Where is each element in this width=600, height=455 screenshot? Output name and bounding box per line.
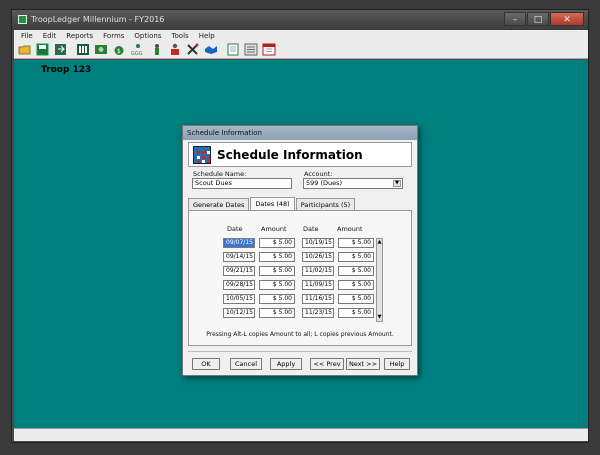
date-cell[interactable]: 09/21/15 bbox=[223, 266, 255, 276]
scout-icon[interactable] bbox=[150, 43, 164, 56]
amount-cell[interactable]: $ 5.00 bbox=[259, 252, 295, 262]
column-header-date-1: Date bbox=[227, 225, 243, 233]
menu-help[interactable]: Help bbox=[199, 32, 215, 40]
money-icon[interactable] bbox=[94, 43, 108, 56]
dialog-header-title: Schedule Information bbox=[217, 148, 363, 162]
menu-options[interactable]: Options bbox=[134, 32, 161, 40]
notepad-icon[interactable] bbox=[226, 43, 240, 56]
troop-label: Troop 123 bbox=[41, 65, 92, 75]
menu-edit[interactable]: Edit bbox=[43, 32, 57, 40]
list-icon[interactable] bbox=[244, 43, 258, 56]
column-header-amount-2: Amount bbox=[337, 225, 363, 233]
date-cell[interactable]: 11/16/15 bbox=[302, 294, 334, 304]
dialog-title-bar[interactable]: Schedule Information bbox=[183, 126, 417, 140]
help-button[interactable]: Help bbox=[384, 358, 410, 370]
svg-text:$: $ bbox=[117, 48, 121, 55]
date-cell[interactable]: 10/19/15 bbox=[302, 238, 334, 248]
menu-file[interactable]: File bbox=[21, 32, 33, 40]
scroll-down-icon[interactable]: ▼ bbox=[377, 314, 382, 321]
date-cell[interactable]: 10/05/15 bbox=[223, 294, 255, 304]
toolbar: $ GGG bbox=[14, 41, 588, 59]
date-cell[interactable]: 09/14/15 bbox=[223, 252, 255, 262]
svg-text:GGG: GGG bbox=[131, 51, 143, 56]
account-select[interactable]: 599 (Dues) ▼ bbox=[303, 178, 403, 189]
menu-forms[interactable]: Forms bbox=[103, 32, 124, 40]
dialog-button-row: OK Cancel Apply << Prev Next >> Help bbox=[188, 351, 412, 372]
menu-bar: File Edit Reports Forms Options Tools He… bbox=[14, 30, 588, 41]
export-icon[interactable] bbox=[54, 43, 68, 56]
menu-tools[interactable]: Tools bbox=[171, 32, 188, 40]
scroll-up-icon[interactable]: ▲ bbox=[377, 239, 382, 246]
date-cell[interactable]: 10/12/15 bbox=[223, 308, 255, 318]
amount-cell[interactable]: $ 5.00 bbox=[259, 238, 295, 248]
close-button[interactable]: ✕ bbox=[550, 12, 584, 26]
ok-button[interactable]: OK bbox=[192, 358, 220, 370]
date-cell[interactable]: 09/07/15 bbox=[223, 238, 255, 248]
account-select-value: 599 (Dues) bbox=[306, 179, 343, 187]
next-button[interactable]: Next >> bbox=[346, 358, 380, 370]
amount-cell[interactable]: $ 5.00 bbox=[338, 308, 374, 318]
dialog-tabs: Generate Dates Dates (48) Participants (… bbox=[188, 197, 356, 211]
title-bar[interactable]: TroopLedger Millennium - FY2016 – □ ✕ bbox=[12, 10, 588, 30]
money-bag-icon[interactable]: $ bbox=[112, 43, 126, 56]
window-title: TroopLedger Millennium - FY2016 bbox=[31, 15, 165, 24]
amount-cell[interactable]: $ 5.00 bbox=[259, 294, 295, 304]
chevron-down-icon[interactable]: ▼ bbox=[393, 180, 401, 187]
status-bar bbox=[14, 428, 588, 441]
date-cell[interactable]: 11/09/15 bbox=[302, 280, 334, 290]
date-cell[interactable]: 11/02/15 bbox=[302, 266, 334, 276]
amount-cell[interactable]: $ 5.00 bbox=[338, 294, 374, 304]
schedule-calendar-icon bbox=[193, 146, 211, 164]
amount-cell[interactable]: $ 5.00 bbox=[259, 266, 295, 276]
amount-cell[interactable]: $ 5.00 bbox=[338, 280, 374, 290]
amount-cell[interactable]: $ 5.00 bbox=[338, 252, 374, 262]
schedule-name-label: Schedule Name: bbox=[193, 170, 247, 178]
menu-reports[interactable]: Reports bbox=[66, 32, 93, 40]
apply-button[interactable]: Apply bbox=[270, 358, 302, 370]
schedule-name-input[interactable]: Scout Dues bbox=[192, 178, 292, 189]
ggg-icon[interactable]: GGG bbox=[130, 43, 146, 57]
amount-cell[interactable]: $ 5.00 bbox=[259, 308, 295, 318]
prev-button[interactable]: << Prev bbox=[310, 358, 344, 370]
open-folder-icon[interactable] bbox=[18, 43, 32, 56]
amount-cell[interactable]: $ 5.00 bbox=[338, 266, 374, 276]
schedule-information-dialog: Schedule Information Schedule Informatio… bbox=[182, 125, 418, 376]
dates-panel: Date Amount Date Amount 09/07/15 $ 5.00 … bbox=[188, 210, 412, 346]
save-icon[interactable] bbox=[36, 43, 50, 56]
dates-scrollbar[interactable]: ▲ ▼ bbox=[376, 238, 383, 322]
amount-cell[interactable]: $ 5.00 bbox=[259, 280, 295, 290]
maximize-button[interactable]: □ bbox=[527, 12, 549, 26]
app-icon bbox=[18, 15, 27, 24]
people-icon[interactable] bbox=[76, 43, 90, 56]
alt-l-hint: Pressing Alt-L copies Amount to all; L c… bbox=[206, 331, 394, 338]
amount-cell[interactable]: $ 5.00 bbox=[338, 238, 374, 248]
account-label: Account: bbox=[304, 170, 333, 178]
person-icon[interactable] bbox=[168, 43, 182, 56]
tab-dates[interactable]: Dates (48) bbox=[250, 197, 295, 211]
tools-icon[interactable] bbox=[186, 43, 200, 56]
date-cell[interactable]: 11/23/15 bbox=[302, 308, 334, 318]
minimize-button[interactable]: – bbox=[504, 12, 526, 26]
date-cell[interactable]: 10/26/15 bbox=[302, 252, 334, 262]
column-header-amount-1: Amount bbox=[261, 225, 287, 233]
calendar-icon[interactable] bbox=[262, 43, 276, 56]
dialog-header: Schedule Information bbox=[188, 142, 412, 167]
cancel-button[interactable]: Cancel bbox=[230, 358, 262, 370]
handshake-icon[interactable] bbox=[204, 43, 218, 56]
column-header-date-2: Date bbox=[303, 225, 319, 233]
date-cell[interactable]: 09/28/15 bbox=[223, 280, 255, 290]
